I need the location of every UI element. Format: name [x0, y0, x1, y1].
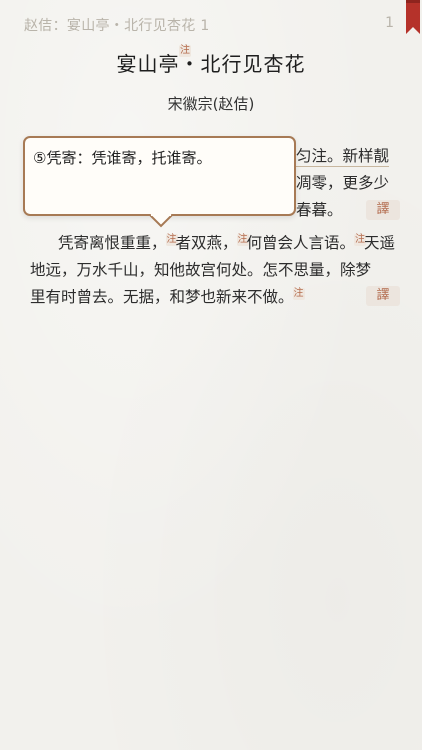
- annotated-text-underline[interactable]: 匀注。新样靓: [296, 147, 390, 167]
- page-number: 1: [385, 15, 394, 31]
- poem-line-5: 地远，万水千山，知他故宫何处。怎不思量，除梦: [30, 261, 372, 279]
- annotation-text: ⑤凭寄：凭谁寄，托谁寄。: [33, 149, 212, 167]
- poem-line-6-segment-b: 和梦也新来不做。: [169, 288, 294, 306]
- chapter-breadcrumb: 赵佶：宴山亭・北行见杏花 1: [24, 18, 210, 34]
- note-marker-8[interactable]: 注: [292, 287, 305, 300]
- poem-line-3: 春暮。: [296, 201, 343, 219]
- poem-line-1: 匀注。新样靓: [296, 145, 390, 167]
- reader-page[interactable]: 赵佶：宴山亭・北行见杏花 1 1 宴山亭・北行见杏花 注 宋徽宗(赵佶) 匀注。…: [0, 0, 422, 750]
- poem-line-6: 里有时曾去。无据，和梦也新来不做。注: [30, 286, 305, 308]
- poem-title: 宴山亭・北行见杏花: [0, 48, 422, 77]
- title-note-marker[interactable]: 注: [179, 45, 191, 57]
- bookmark-icon[interactable]: [406, 0, 420, 34]
- poem-author: 宋徽宗(赵佶): [167, 95, 255, 113]
- poem-line-4-segment-c: 何曾会人言语。: [246, 234, 356, 252]
- poem-line-4-segment-d: 天遥: [364, 234, 396, 252]
- poem-line-4: 凭寄离恨重重，注者双燕，注何曾会人言语。注天遥: [58, 232, 395, 254]
- translate-button-1[interactable]: 譯: [366, 200, 400, 220]
- poem-line-2: 凋零，更多少: [296, 174, 390, 192]
- poem-line-6-segment-a: 里有时曾去。无据，: [30, 288, 170, 306]
- poem-line-4-segment-b: 者双燕，: [175, 234, 238, 252]
- annotation-popover[interactable]: ⑤凭寄：凭谁寄，托谁寄。: [23, 136, 296, 216]
- poem-title-text: 宴山亭・北行见杏花: [116, 52, 306, 76]
- popover-arrow-icon: [148, 214, 174, 228]
- poem-line-4-segment-a: 凭寄离恨重重，: [58, 234, 167, 252]
- translate-button-2[interactable]: 譯: [366, 286, 400, 306]
